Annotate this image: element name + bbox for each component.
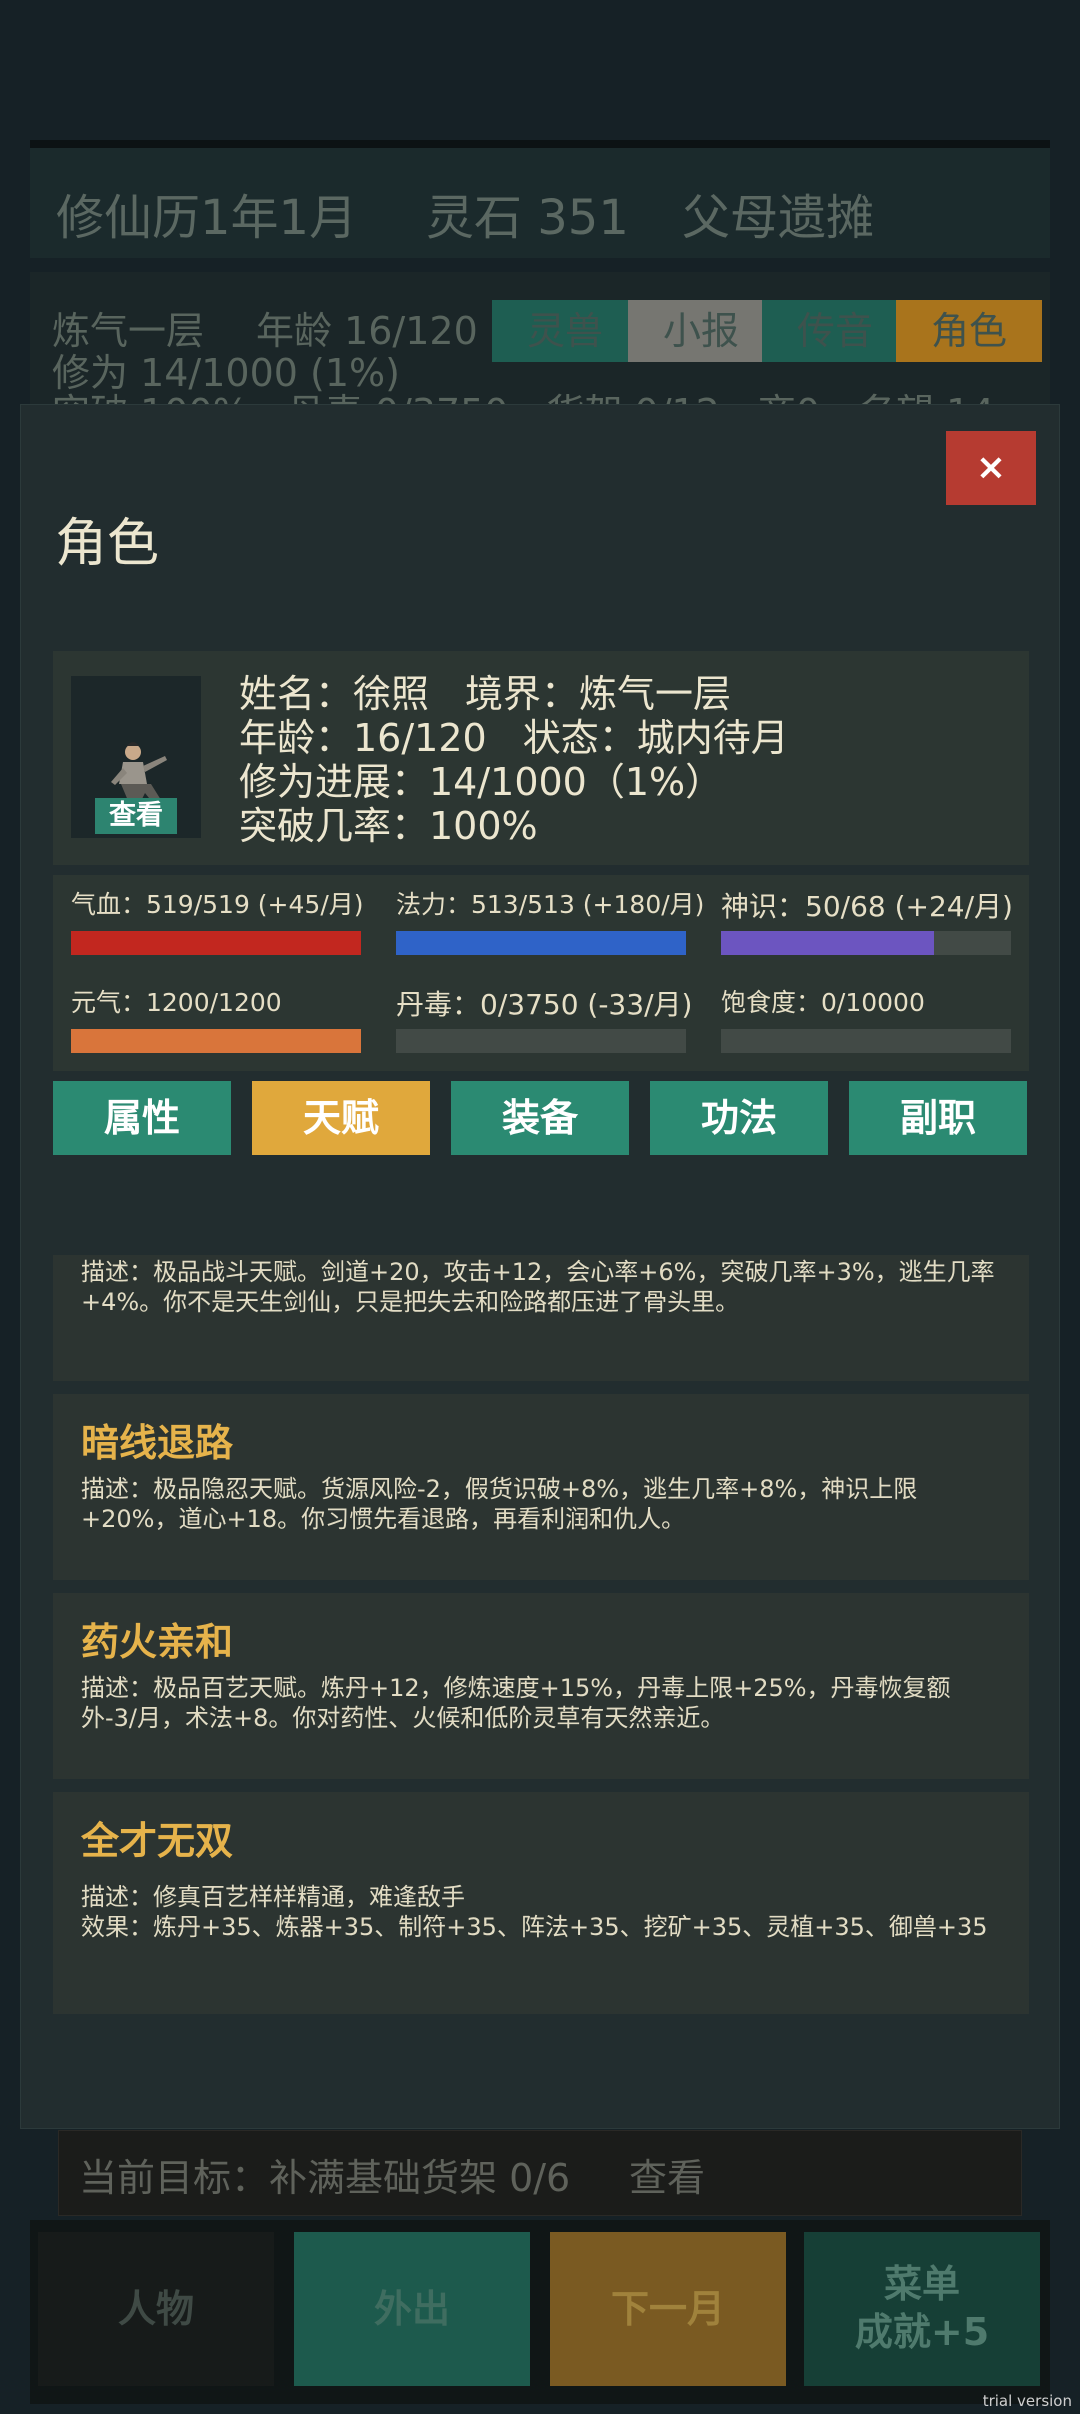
status-panel: 炼气一层 年龄 16/120 修为 14/1000 (1%) 突破 100% 丹…: [30, 272, 1050, 410]
character-button[interactable]: 角色: [896, 300, 1042, 362]
talent-description: 描述：极品百艺天赋。炼丹+12，修炼速度+15%，丹毒上限+25%，丹毒恢复额外…: [81, 1674, 951, 1732]
tab-talents[interactable]: 天赋: [252, 1081, 430, 1155]
nav-go-out-button[interactable]: 外出: [294, 2232, 530, 2386]
talent-effect: 效果：炼丹+35、炼器+35、制符+35、阵法+35、挖矿+35、灵植+35、御…: [81, 1913, 988, 1941]
satiety-bar: [721, 1029, 1011, 1053]
tab-techniques[interactable]: 功法: [650, 1081, 828, 1155]
talent-description: 描述：极品战斗天赋。剑道+20，攻击+12，会心率+6%，突破几率+3%，逃生几…: [81, 1258, 995, 1316]
bottom-nav: 人物 外出 下一月 菜单 成就+5: [30, 2220, 1050, 2404]
talent-card: 描述：极品战斗天赋。剑道+20，攻击+12，会心率+6%，突破几率+3%，逃生几…: [53, 1255, 1029, 1381]
spirit-sense-label: 神识：50/68 (+24/月): [721, 890, 1013, 923]
vital-energy-bar: [71, 1029, 361, 1053]
talent-description: 描述：修真百艺样样精通，难逢敌手: [81, 1883, 465, 1911]
character-modal: × 角色 查看 姓名：徐照 境界：炼气一层 年龄：16/120 状态：城内待月 修为…: [20, 404, 1060, 2129]
menu-label: 菜单: [883, 2262, 960, 2306]
message-button[interactable]: 传音: [762, 300, 908, 362]
pill-toxicity-label: 丹毒：0/3750 (-33/月): [396, 988, 693, 1021]
hp-bar: [71, 931, 361, 955]
pill-toxicity-bar: [396, 1029, 686, 1053]
top-info-bar: 修仙历1年1月 灵石 351 父母遗摊: [30, 140, 1050, 258]
current-goal-bar: 当前目标：补满基础货架 0/6 查看: [58, 2130, 1022, 2216]
mana-bar: [396, 931, 686, 955]
tab-attributes[interactable]: 属性: [53, 1081, 231, 1155]
tab-equipment[interactable]: 装备: [451, 1081, 629, 1155]
view-portrait-button[interactable]: 查看: [95, 798, 177, 834]
modal-title: 角色: [55, 514, 160, 574]
talent-card: 全才无双 描述：修真百艺样样精通，难逢敌手 效果：炼丹+35、炼器+35、制符+…: [53, 1792, 1029, 2014]
close-button[interactable]: ×: [946, 431, 1036, 505]
goal-text: 当前目标：补满基础货架 0/6: [79, 2156, 571, 2200]
location-text: 父母遗摊: [682, 190, 875, 246]
talent-card: 暗线退路 描述：极品隐忍天赋。货源风险-2，假货识破+8%，逃生几率+8%，神识…: [53, 1394, 1029, 1580]
spirit-stone-count: 灵石 351: [426, 190, 629, 246]
breakthrough-chance: 突破几率：100%: [239, 804, 538, 848]
nav-character-button[interactable]: 人物: [38, 2232, 274, 2386]
trial-watermark: trial version: [982, 2392, 1072, 2410]
talent-card: 药火亲和 描述：极品百艺天赋。炼丹+12，修炼速度+15%，丹毒上限+25%，丹…: [53, 1593, 1029, 1779]
talent-name: 全才无双: [81, 1819, 234, 1863]
talent-description: 描述：极品隐忍天赋。货源风险-2，假货识破+8%，逃生几率+8%，神识上限+20…: [81, 1475, 918, 1533]
nav-next-month-button[interactable]: 下一月: [550, 2232, 786, 2386]
tab-side-jobs[interactable]: 副职: [849, 1081, 1027, 1155]
spirit-beast-button[interactable]: 灵兽: [492, 300, 638, 362]
achievements-label: 成就+5: [854, 2310, 990, 2354]
news-button[interactable]: 小报: [628, 300, 774, 362]
mana-label: 法力：513/513 (+180/月): [396, 890, 705, 919]
character-card: 查看 姓名：徐照 境界：炼气一层 年龄：16/120 状态：城内待月 修为进展：14…: [53, 651, 1029, 865]
stat-bars-panel: 气血：519/519 (+45/月) 法力：513/513 (+180/月) 神…: [53, 875, 1029, 1071]
spirit-sense-bar: [721, 931, 1011, 955]
talent-list[interactable]: 描述：极品战斗天赋。剑道+20，攻击+12，会心率+6%，突破几率+3%，逃生几…: [53, 1255, 1029, 2015]
hp-label: 气血：519/519 (+45/月): [71, 890, 364, 919]
calendar-text: 修仙历1年1月: [56, 190, 358, 246]
vital-energy-label: 元气：1200/1200: [71, 988, 282, 1017]
satiety-label: 饱食度：0/10000: [721, 988, 925, 1017]
goal-view-link[interactable]: 查看: [629, 2147, 705, 2202]
talent-name: 暗线退路: [81, 1421, 234, 1465]
nav-menu-button[interactable]: 菜单 成就+5: [804, 2232, 1040, 2386]
character-portrait: 查看: [71, 676, 201, 838]
talent-name: 药火亲和: [81, 1620, 234, 1664]
